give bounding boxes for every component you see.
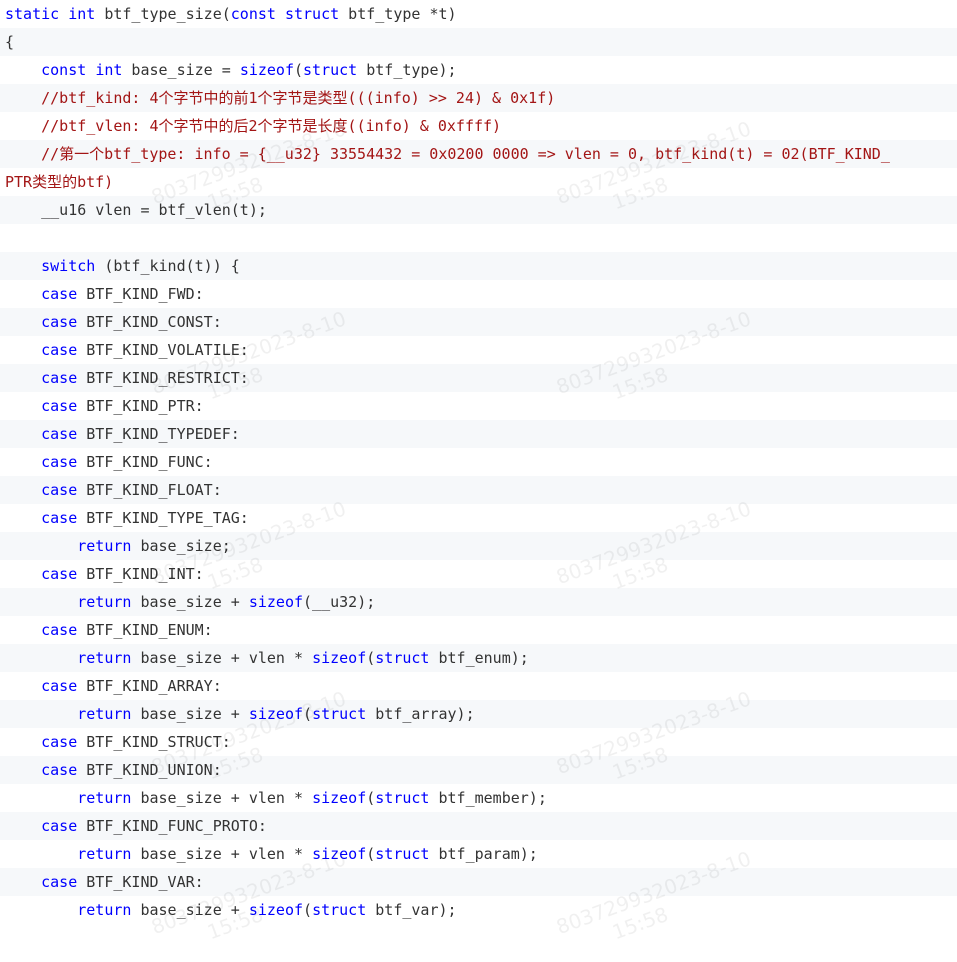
- code-line: case BTF_KIND_VAR:: [0, 868, 957, 896]
- code-line: const int base_size = sizeof(struct btf_…: [41, 61, 457, 79]
- code-line: //btf_kind: 4个字节中的前1个字节是类型(((info) >> 24…: [0, 84, 957, 112]
- code-line: case BTF_KIND_FLOAT:: [0, 476, 957, 504]
- code-line: {: [0, 28, 957, 56]
- code-line: case BTF_KIND_ARRAY:: [41, 677, 222, 695]
- code-line: case BTF_KIND_TYPE_TAG:: [41, 509, 249, 527]
- code-line: case BTF_KIND_INT:: [41, 565, 204, 583]
- code-line: case BTF_KIND_RESTRICT:: [0, 364, 957, 392]
- code-line: case BTF_KIND_CONST:: [0, 308, 957, 336]
- code-line: //第一个btf_type: info = {__u32} 33554432 =…: [0, 140, 957, 168]
- code-line: return base_size + sizeof(struct btf_arr…: [0, 700, 957, 728]
- code-block: static int btf_type_size(const struct bt…: [0, 0, 957, 924]
- code-line: case BTF_KIND_TYPEDEF:: [0, 420, 957, 448]
- code-line: case BTF_KIND_UNION:: [0, 756, 957, 784]
- code-line: return base_size;: [0, 532, 957, 560]
- code-line: return base_size + vlen * sizeof(struct …: [77, 845, 538, 863]
- code-line: case BTF_KIND_VOLATILE:: [41, 341, 249, 359]
- code-line: return base_size + sizeof(struct btf_var…: [77, 901, 457, 919]
- code-line: return base_size + sizeof(__u32);: [0, 588, 957, 616]
- code-line: case BTF_KIND_ENUM:: [41, 621, 213, 639]
- code-line: PTR类型的btf): [5, 173, 114, 191]
- code-line: return base_size + vlen * sizeof(struct …: [0, 644, 957, 672]
- code-line: case BTF_KIND_STRUCT:: [41, 733, 231, 751]
- code-line: __u16 vlen = btf_vlen(t);: [0, 196, 957, 224]
- code-line: case BTF_KIND_FWD:: [41, 285, 204, 303]
- code-line: case BTF_KIND_PTR:: [41, 397, 204, 415]
- code-line: switch (btf_kind(t)) {: [0, 252, 957, 280]
- code-line: static int btf_type_size(const struct bt…: [5, 5, 457, 23]
- code-line: return base_size + vlen * sizeof(struct …: [77, 789, 547, 807]
- code-line: case BTF_KIND_FUNC_PROTO:: [0, 812, 957, 840]
- code-line: //btf_vlen: 4个字节中的后2个字节是长度((info) & 0xff…: [41, 117, 502, 135]
- code-line: case BTF_KIND_FUNC:: [41, 453, 213, 471]
